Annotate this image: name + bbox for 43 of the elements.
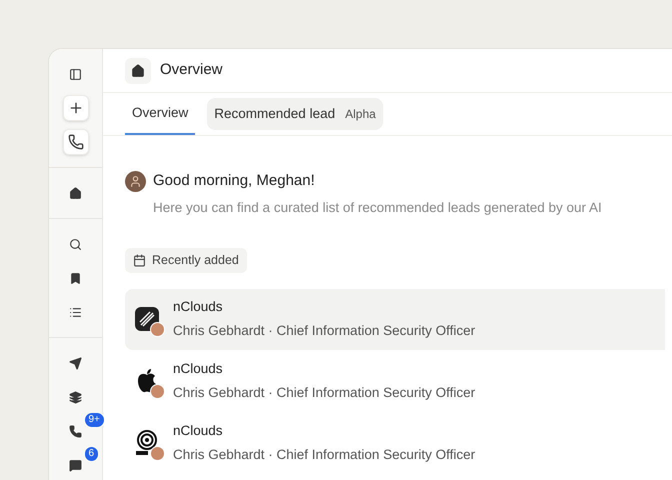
lead-row[interactable]: nClouds Chris Gebhardt · Chief Information Security Officer	[125, 288, 665, 350]
tab[interactable]: Recommended lead Alpha	[207, 98, 383, 130]
home-icon	[131, 64, 145, 78]
contact-details: Chris Gebhardt · Chief Information Security Officer	[173, 384, 476, 402]
paper-plane-icon	[69, 356, 82, 370]
page-title: Overview	[160, 60, 223, 80]
logo-icon	[135, 307, 159, 331]
apple-logo-icon	[136, 368, 158, 394]
home-button[interactable]	[125, 58, 151, 84]
sidebar-toggle-icon	[69, 68, 82, 80]
phone-icon	[68, 134, 84, 150]
home-icon	[69, 186, 82, 200]
calendar-icon	[133, 254, 146, 267]
contact-avatar	[150, 384, 165, 399]
plus-button[interactable]	[62, 95, 88, 121]
layers-icon	[69, 390, 82, 404]
contact-details: Chris Gebhardt · Chief Information Security Officer	[173, 322, 476, 340]
alpha-tag: Alpha	[345, 105, 376, 123]
search-icon	[69, 238, 82, 250]
company-name: nClouds	[173, 298, 224, 316]
phone-button[interactable]	[68, 423, 84, 439]
avatar	[125, 170, 146, 192]
phone-button[interactable]	[62, 129, 88, 155]
bookmark-icon	[69, 272, 82, 284]
plus-icon	[68, 100, 84, 116]
recently-added-filter[interactable]: Recently added	[125, 248, 247, 272]
tab[interactable]: Overview	[125, 93, 196, 135]
message-icon	[69, 458, 82, 472]
message-button[interactable]	[68, 457, 84, 473]
contact-avatar	[150, 446, 165, 461]
greeting-subtitle: Here you can find a curated list of recommended leads generated by our AI	[153, 198, 603, 217]
lead-row[interactable]: nClouds Chris Gebhardt · Chief Information Security Officer	[125, 412, 665, 474]
greeting-title: Good morning, Meghan!	[153, 171, 315, 191]
company-name: nClouds	[173, 360, 224, 378]
lead-row[interactable]: nClouds Chris Gebhardt · Chief Information Security Officer	[125, 350, 665, 412]
list-icon	[69, 306, 82, 318]
count-badge: 9+	[84, 412, 105, 428]
spiral-logo-icon	[135, 430, 159, 456]
company-name: nClouds	[173, 422, 224, 440]
phone-icon	[69, 424, 82, 438]
contact-details: Chris Gebhardt · Chief Information Security Officer	[173, 446, 476, 464]
count-badge: 6	[84, 446, 100, 462]
contact-avatar	[150, 322, 165, 337]
